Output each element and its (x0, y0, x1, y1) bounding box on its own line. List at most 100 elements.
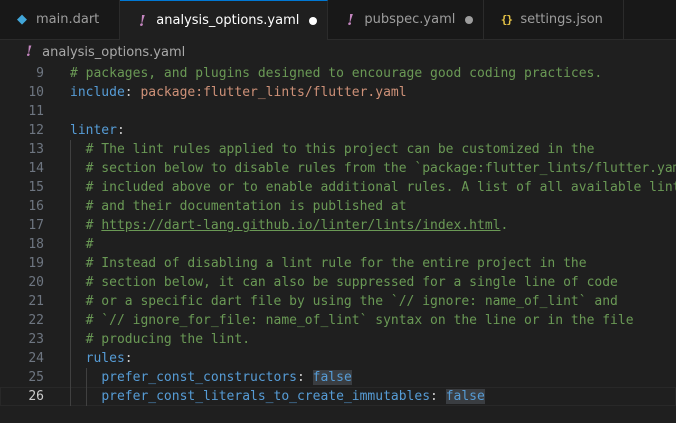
code-line[interactable]: 20 # section below, it can also be suppr… (0, 273, 676, 292)
line-number: 20 (28, 275, 44, 290)
editor-tab-bar: ◆ main.dart ! analysis_options.yaml ! pu… (0, 0, 676, 40)
tab-label: main.dart (36, 12, 100, 27)
token-key: linter (70, 123, 117, 138)
code-line[interactable]: 15 # included above or to enable additio… (0, 178, 676, 197)
unsaved-dot-icon[interactable] (309, 16, 318, 25)
token-comment: # and their documentation is published a… (85, 199, 407, 214)
code-editor[interactable]: 9 # packages, and plugins designed to enc… (0, 64, 676, 423)
line-code: # or a specific dart file by using the `… (70, 292, 618, 311)
code-line[interactable]: 9 # packages, and plugins designed to enc… (0, 64, 676, 83)
line-number: 14 (28, 161, 44, 176)
line-code: # The lint rules applied to this project… (70, 140, 595, 159)
tab-settings-json[interactable]: {} settings.json (484, 0, 624, 39)
line-number: 11 (28, 104, 44, 119)
line-code: # https://dart-lang.github.io/linter/lin… (70, 216, 509, 235)
tab-label: settings.json (520, 12, 603, 27)
token-link[interactable]: https://dart-lang.github.io/linter/lints… (101, 218, 500, 233)
code-line[interactable]: 10 include: package:flutter_lints/flutter… (0, 83, 676, 102)
token-plain: : (116, 123, 125, 138)
token-bool: false (445, 389, 485, 404)
code-line[interactable]: 23 # producing the lint. (0, 330, 676, 349)
tab-label: analysis_options.yaml (156, 13, 300, 28)
breadcrumb-file[interactable]: analysis_options.yaml (42, 45, 185, 60)
line-code: # and their documentation is published a… (70, 197, 407, 216)
yaml-icon: ! (26, 44, 33, 60)
line-number: 13 (28, 142, 44, 157)
code-line[interactable]: 14 # section below to disable rules from… (0, 159, 676, 178)
token-comment: # `// ignore_for_file: name_of_lint` syn… (85, 313, 634, 328)
line-code: prefer_const_constructors: false (70, 368, 352, 387)
token-comment: # Instead of disabling a lint rule for t… (85, 256, 587, 271)
tab-main-dart[interactable]: ◆ main.dart (0, 0, 121, 39)
line-code: # (70, 235, 94, 254)
token-comment: . (500, 218, 509, 233)
token-key: prefer_const_constructors (101, 370, 297, 385)
yaml-icon: ! (138, 11, 146, 30)
token-key: include (70, 85, 125, 100)
token-str: package:flutter_lints/flutter.yaml (140, 85, 407, 100)
token-comment: # section below to disable rules from th… (85, 161, 676, 176)
json-icon: {} (500, 13, 513, 26)
code-line[interactable]: 17 # https://dart-lang.github.io/linter/… (0, 216, 676, 235)
token-comment: # packages, and plugins designed to enco… (70, 66, 603, 81)
code-line[interactable]: 16 # and their documentation is publishe… (0, 197, 676, 216)
code-line[interactable]: 24 rules: (0, 349, 676, 368)
tab-label: pubspec.yaml (364, 12, 456, 27)
line-number: 19 (28, 256, 44, 271)
token-plain: : (296, 370, 313, 385)
code-line[interactable]: 25 prefer_const_constructors: false (0, 368, 676, 387)
code-line[interactable]: 21 # or a specific dart file by using th… (0, 292, 676, 311)
line-number: 16 (28, 199, 44, 214)
token-comment: # (85, 237, 94, 252)
line-code: # producing the lint. (70, 330, 250, 349)
breadcrumb: ! analysis_options.yaml (0, 40, 676, 64)
code-line[interactable]: 18 # (0, 235, 676, 254)
code-line[interactable]: 11 (0, 102, 676, 121)
line-code: # Instead of disabling a lint rule for t… (70, 254, 587, 273)
code-line[interactable]: 26 prefer_const_literals_to_create_immut… (0, 387, 676, 406)
tab-analysis-options-yaml[interactable]: ! analysis_options.yaml (120, 0, 329, 40)
line-code: # included above or to enable additional… (70, 178, 676, 197)
code-line[interactable]: 12 linter: (0, 121, 676, 140)
line-number: 23 (28, 332, 44, 347)
token-plain: : (124, 85, 141, 100)
code-line[interactable]: 19 # Instead of disabling a lint rule fo… (0, 254, 676, 273)
line-code: rules: (70, 349, 133, 368)
line-number: 26 (28, 389, 44, 404)
tab-pubspec-yaml[interactable]: ! pubspec.yaml (328, 0, 485, 39)
token-comment: # section below, it can also be suppress… (85, 275, 618, 290)
yaml-icon: ! (347, 10, 354, 29)
line-number: 21 (28, 294, 44, 309)
line-number: 12 (28, 123, 44, 138)
line-number: 15 (28, 180, 44, 195)
line-number: 25 (28, 370, 44, 385)
code-line[interactable]: 22 # `// ignore_for_file: name_of_lint` … (0, 311, 676, 330)
code-line[interactable]: 13 # The lint rules applied to this proj… (0, 140, 676, 159)
token-plain: : (124, 351, 133, 366)
token-comment: # (85, 218, 102, 233)
token-comment: # included above or to enable additional… (85, 180, 676, 195)
unsaved-dot-icon[interactable] (465, 15, 474, 24)
line-number: 9 (36, 66, 44, 81)
line-number: 10 (28, 85, 44, 100)
line-code: # section below, it can also be suppress… (70, 273, 618, 292)
line-code: prefer_const_literals_to_create_immutabl… (70, 387, 485, 406)
line-number: 18 (28, 237, 44, 252)
token-plain: : (430, 389, 446, 404)
line-number: 22 (28, 313, 44, 328)
token-bool: false (312, 370, 352, 385)
token-comment: # The lint rules applied to this project… (85, 142, 595, 157)
dart-icon: ◆ (17, 12, 27, 27)
